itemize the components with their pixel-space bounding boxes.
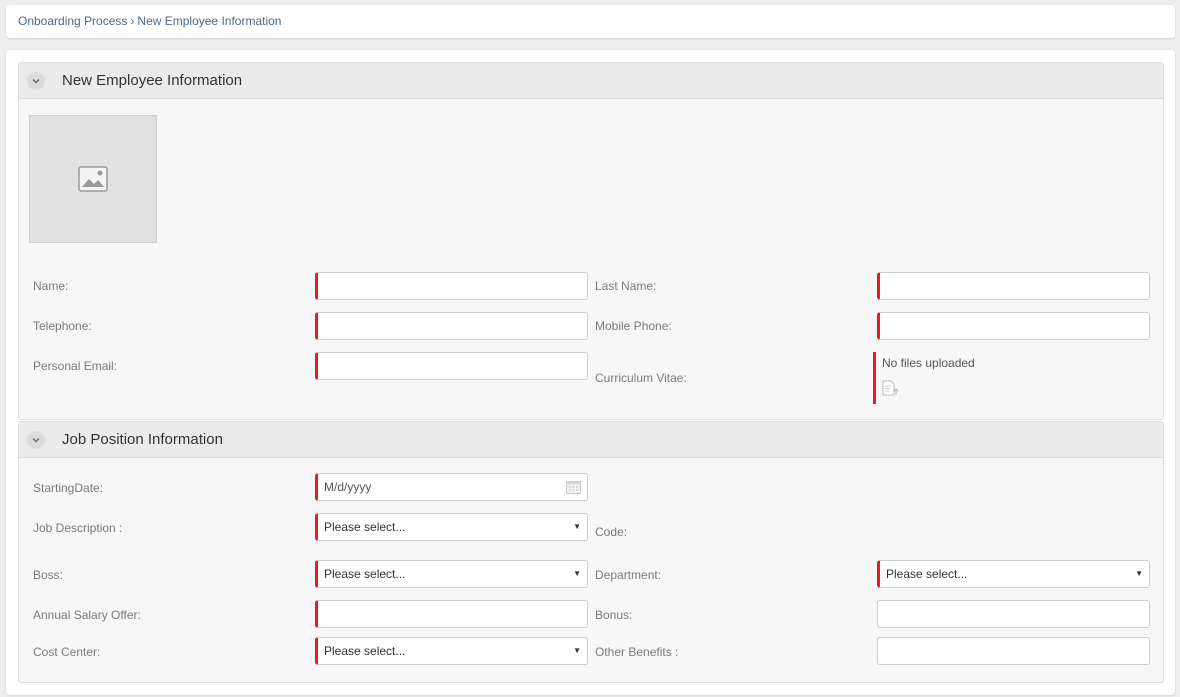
cost-center-label: Cost Center:	[33, 645, 101, 659]
job-description-label: Job Description :	[33, 521, 123, 535]
dropdown-caret-icon: ▼	[573, 646, 581, 655]
calendar-icon[interactable]	[566, 480, 581, 497]
last-name-field[interactable]	[877, 272, 1150, 300]
other-benefits-field[interactable]	[877, 637, 1150, 665]
new-employee-panel-header[interactable]: New Employee Information	[19, 63, 1163, 99]
bonus-label: Bonus:	[595, 608, 633, 622]
bonus-field[interactable]	[877, 600, 1150, 628]
starting-date-placeholder: M/d/yyyy	[324, 480, 372, 494]
starting-date-label: StartingDate:	[33, 481, 104, 495]
employee-photo[interactable]	[29, 115, 157, 243]
breadcrumb: Onboarding Process › New Employee Informat…	[6, 5, 1175, 38]
mobile-phone-label: Mobile Phone:	[595, 319, 672, 333]
name-label: Name:	[33, 279, 69, 293]
code-label: Code:	[595, 525, 628, 539]
cv-upload: No files uploaded	[873, 352, 975, 404]
annual-salary-field[interactable]	[315, 600, 588, 628]
starting-date-field[interactable]: M/d/yyyy	[315, 473, 588, 501]
breadcrumb-parent-link[interactable]: Onboarding Process	[18, 14, 127, 28]
job-description-value: Please select...	[324, 520, 406, 534]
upload-file-icon[interactable]	[882, 380, 975, 399]
mobile-phone-field[interactable]	[877, 312, 1150, 340]
breadcrumb-separator: ›	[130, 14, 135, 28]
department-value: Please select...	[886, 567, 968, 581]
department-label: Department:	[595, 568, 662, 582]
job-position-panel-header[interactable]: Job Position Information	[19, 422, 1163, 458]
cv-status-text: No files uploaded	[882, 356, 975, 370]
form-card: New Employee Information Name: Last Name…	[6, 50, 1175, 695]
boss-select[interactable]: Please select... ▼	[315, 560, 588, 588]
new-employee-section-title: New Employee Information	[62, 72, 243, 89]
name-field[interactable]	[315, 272, 588, 300]
job-description-select[interactable]: Please select... ▼	[315, 513, 588, 541]
job-position-section-title: Job Position Information	[62, 431, 223, 448]
personal-email-field[interactable]	[315, 352, 588, 380]
image-placeholder-icon	[78, 166, 108, 192]
chevron-down-icon[interactable]	[27, 72, 45, 90]
boss-value: Please select...	[324, 567, 406, 581]
last-name-label: Last Name:	[595, 279, 657, 293]
breadcrumb-current: New Employee Information	[137, 14, 282, 28]
department-select[interactable]: Please select... ▼	[877, 560, 1150, 588]
curriculum-vitae-label: Curriculum Vitae:	[595, 371, 687, 385]
cost-center-select[interactable]: Please select... ▼	[315, 637, 588, 665]
telephone-label: Telephone:	[33, 319, 92, 333]
other-benefits-label: Other Benefits :	[595, 645, 679, 659]
annual-salary-label: Annual Salary Offer:	[33, 608, 141, 622]
personal-email-label: Personal Email:	[33, 359, 118, 373]
job-position-panel: Job Position Information StartingDate: M…	[18, 421, 1164, 683]
dropdown-caret-icon: ▼	[573, 522, 581, 531]
cost-center-value: Please select...	[324, 644, 406, 658]
telephone-field[interactable]	[315, 312, 588, 340]
new-employee-panel: New Employee Information Name: Last Name…	[18, 62, 1164, 420]
dropdown-caret-icon: ▼	[573, 569, 581, 578]
dropdown-caret-icon: ▼	[1135, 569, 1143, 578]
chevron-down-icon[interactable]	[27, 431, 45, 449]
boss-label: Boss:	[33, 568, 64, 582]
